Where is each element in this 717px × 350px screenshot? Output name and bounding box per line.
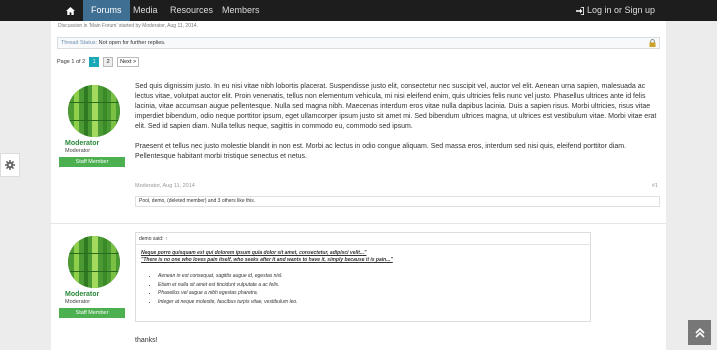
- likes-summary[interactable]: Pool, demo, (deleted member) and 3 other…: [135, 196, 660, 207]
- double-chevron-up-icon: [694, 327, 705, 338]
- pagination: Page 1 of 2 1 2 Next >: [57, 57, 140, 67]
- list-item: Etiam et nulla sit amet est tincidunt vu…: [158, 281, 585, 290]
- login-signup-label: Log in or Sign up: [586, 5, 655, 15]
- list-item: Integer at neque molestie, faucibus turp…: [158, 298, 585, 307]
- scroll-to-top-button[interactable]: [688, 320, 711, 345]
- post-message: Sed quis dignissim justo. In eu nisi vit…: [135, 82, 663, 162]
- gear-icon: [5, 160, 15, 170]
- thread-status-value: Not open for further replies.: [98, 40, 166, 46]
- home-icon: [65, 6, 75, 15]
- list-item: Aenean in est consequat, sagittis augue …: [158, 272, 585, 281]
- post-permalink[interactable]: #1: [652, 183, 658, 189]
- user-info: Moderator Moderator Staff Member: [59, 236, 129, 318]
- post: Moderator Moderator Staff Member Sed qui…: [57, 76, 660, 216]
- staff-badge: Staff Member: [59, 308, 125, 318]
- user-title: Moderator: [65, 148, 91, 154]
- post-divider: [51, 223, 666, 224]
- avatar[interactable]: [68, 85, 120, 137]
- quote-list: Aenean in est consequat, sagittis augue …: [158, 272, 585, 306]
- quote-body: Neque porro quisquam est qui dolorem ips…: [136, 245, 590, 309]
- home-link[interactable]: [58, 0, 82, 21]
- login-signup-link[interactable]: Log in or Sign up: [575, 0, 655, 21]
- page-2-button[interactable]: 2: [103, 57, 114, 67]
- quote-block: demo said: ↑ Neque porro quisquam est qu…: [135, 232, 591, 322]
- post-paragraph: Praesent et tellus nec justo molestie bl…: [135, 143, 627, 160]
- discussion-info: Discussion in 'Main Forum' started by Mo…: [58, 23, 198, 29]
- quote-line: Neque porro quisquam est qui dolorem ips…: [141, 250, 367, 256]
- sign-in-icon: [575, 6, 584, 15]
- post: Moderator Moderator Staff Member demo sa…: [57, 229, 660, 350]
- page-indicator: Page 1 of 2: [57, 59, 86, 65]
- post-paragraph: Sed quis dignissim justo. In eu nisi vit…: [135, 83, 657, 130]
- next-page-button[interactable]: Next >: [117, 57, 140, 67]
- avatar-bamboo-image: [68, 85, 120, 137]
- thread-status-bar: Thread Status: Not open for further repl…: [57, 37, 660, 49]
- quote-header[interactable]: demo said: ↑: [136, 233, 590, 245]
- nav-item-resources[interactable]: Resources: [162, 0, 221, 21]
- avatar[interactable]: [68, 236, 120, 288]
- lock-icon: [649, 39, 656, 47]
- username[interactable]: Moderator: [65, 140, 129, 147]
- post-author-date[interactable]: Moderator, Aug 11, 2014: [135, 183, 195, 189]
- nav-item-media[interactable]: Media: [125, 0, 166, 21]
- top-navigation: Forums Media Resources Members Log in or…: [0, 0, 717, 21]
- user-info: Moderator Moderator Staff Member: [59, 85, 129, 167]
- thread-status-label: Thread Status:: [61, 40, 98, 46]
- list-item: Phasellus vel augue a nibh egestas phare…: [158, 289, 585, 298]
- page-1-button[interactable]: 1: [89, 57, 100, 67]
- style-chooser-button[interactable]: [0, 153, 20, 177]
- quote-line: "There is no one who loves pain itself, …: [141, 257, 393, 263]
- user-title: Moderator: [65, 299, 91, 305]
- reply-text: thanks!: [135, 337, 158, 344]
- thread-content: Discussion in 'Main Forum' started by Mo…: [51, 21, 666, 350]
- staff-badge: Staff Member: [59, 157, 125, 167]
- avatar-bamboo-image: [68, 236, 120, 288]
- username[interactable]: Moderator: [65, 291, 129, 298]
- nav-item-members[interactable]: Members: [214, 0, 268, 21]
- nav-item-forums[interactable]: Forums: [83, 0, 130, 21]
